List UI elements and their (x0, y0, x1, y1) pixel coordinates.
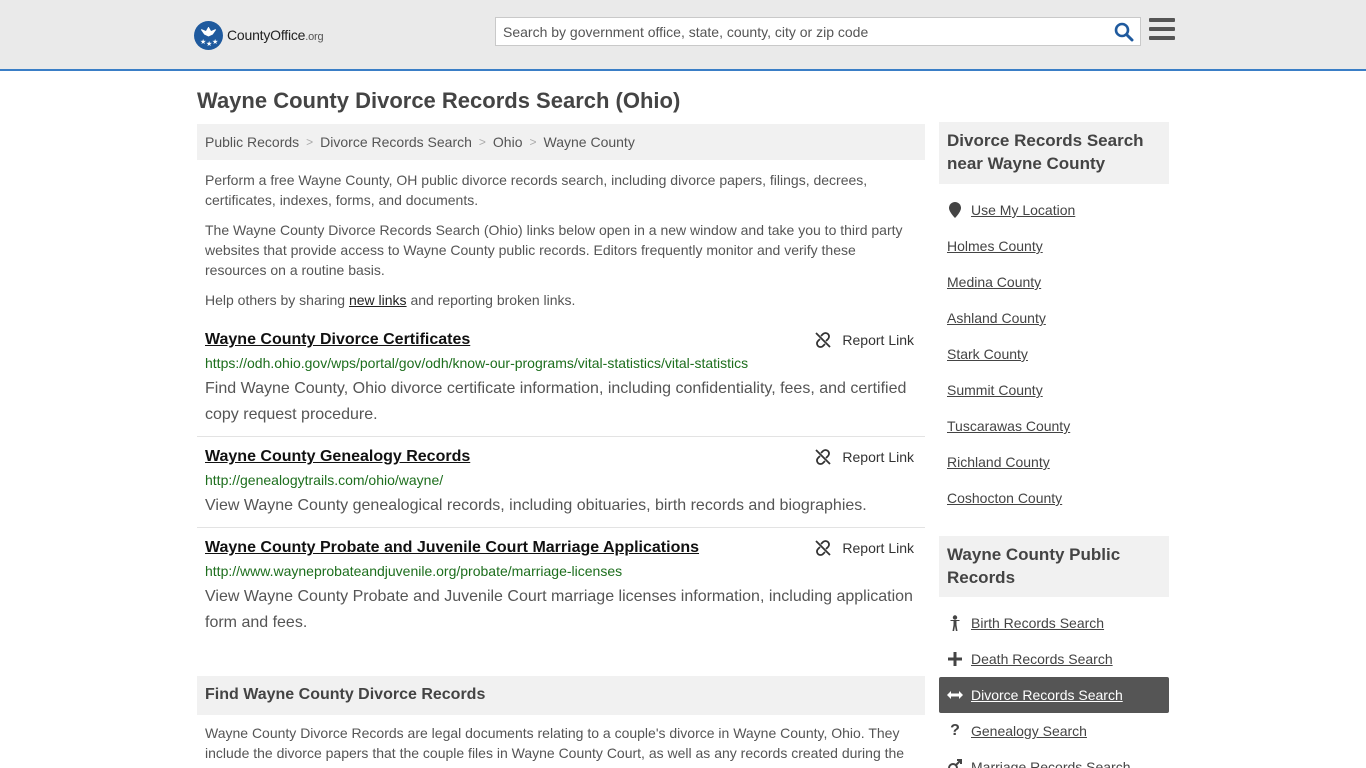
nearby-county-link[interactable]: Summit County (939, 372, 1169, 408)
report-link-button[interactable]: Report Link (815, 332, 914, 348)
result-item: Wayne County Divorce Certificates Report… (197, 331, 925, 437)
site-header: ★ ★ ★ CountyOffice.org (0, 0, 1366, 71)
share-paragraph: Help others by sharing new links and rep… (205, 290, 917, 310)
gender-icon (947, 759, 963, 768)
report-link-label: Report Link (842, 449, 914, 465)
genealogy-search-link[interactable]: ? Genealogy Search (939, 713, 1169, 749)
report-link-label: Report Link (842, 332, 914, 348)
breadcrumb-wayne-county[interactable]: Wayne County (544, 134, 635, 150)
result-title-link[interactable]: Wayne County Probate and Juvenile Court … (205, 539, 699, 557)
marriage-records-search-link[interactable]: Marriage Records Search (939, 749, 1169, 768)
birth-records-search-link[interactable]: Birth Records Search (939, 605, 1169, 641)
hamburger-menu-icon[interactable] (1149, 18, 1175, 42)
breadcrumb-ohio[interactable]: Ohio (493, 134, 523, 150)
search-icon (1114, 22, 1134, 42)
page-title: Wayne County Divorce Records Search (Ohi… (197, 88, 681, 113)
nearby-county-label: Ashland County (947, 310, 1046, 326)
public-records-heading: Wayne County Public Records (939, 536, 1169, 597)
result-url: http://www.wayneprobateandjuvenile.org/p… (205, 563, 623, 579)
report-link-button[interactable]: Report Link (815, 540, 914, 556)
nearby-county-link[interactable]: Medina County (939, 264, 1169, 300)
share-text-before: Help others by sharing (205, 292, 349, 308)
use-my-location-link[interactable]: Use My Location (939, 192, 1169, 228)
breadcrumb-separator: > (529, 135, 537, 149)
map-marker-icon (947, 202, 963, 218)
birth-records-search-label: Birth Records Search (971, 615, 1105, 631)
result-description: View Wayne County Probate and Juvenile C… (205, 588, 913, 631)
nearby-county-label: Stark County (947, 346, 1028, 362)
question-icon: ? (950, 722, 960, 739)
nearby-county-link[interactable]: Ashland County (939, 300, 1169, 336)
plus-icon (947, 651, 963, 667)
result-url: https://odh.ohio.gov/wps/portal/gov/odh/… (205, 355, 749, 371)
result-description: Find Wayne County, Ohio divorce certific… (205, 380, 907, 423)
nearby-county-label: Tuscarawas County (947, 418, 1071, 434)
report-link-button[interactable]: Report Link (815, 449, 914, 465)
nearby-county-label: Summit County (947, 382, 1043, 398)
nearby-counties-heading: Divorce Records Search near Wayne County (939, 122, 1169, 184)
arrows-horizontal-icon (947, 687, 963, 703)
result-description: View Wayne County genealogical records, … (205, 497, 867, 514)
report-link-label: Report Link (842, 540, 914, 556)
marriage-records-search-label: Marriage Records Search (971, 759, 1131, 768)
intro-paragraph: Perform a free Wayne County, OH public d… (205, 172, 868, 208)
divorce-records-search-link[interactable]: Divorce Records Search (939, 677, 1169, 713)
site-logo[interactable]: ★ ★ ★ CountyOffice.org (194, 20, 324, 50)
find-divorce-records-heading: Find Wayne County Divorce Records (197, 676, 925, 715)
death-records-search-label: Death Records Search (971, 651, 1113, 667)
breadcrumb-separator: > (306, 135, 314, 149)
nearby-county-label: Richland County (947, 454, 1050, 470)
breadcrumb: Public Records > Divorce Records Search … (197, 124, 925, 160)
result-item: Wayne County Probate and Juvenile Court … (197, 539, 925, 639)
result-title-link[interactable]: Wayne County Divorce Certificates (205, 331, 470, 349)
breadcrumb-divorce-records-search[interactable]: Divorce Records Search (320, 134, 472, 150)
new-links-link[interactable]: new links (349, 292, 407, 308)
logo-main-text: CountyOffice (227, 27, 306, 43)
death-records-search-link[interactable]: Death Records Search (939, 641, 1169, 677)
genealogy-search-label: Genealogy Search (971, 723, 1087, 739)
nearby-county-link[interactable]: Stark County (939, 336, 1169, 372)
nearby-county-label: Coshocton County (947, 490, 1063, 506)
broken-link-icon (815, 449, 832, 465)
result-item: Wayne County Genealogy Records Report Li… (197, 448, 925, 528)
logo-tld-text: .org (305, 31, 324, 43)
use-my-location-label: Use My Location (971, 202, 1076, 218)
broken-link-icon (815, 332, 832, 348)
broken-link-icon (815, 540, 832, 556)
find-divorce-records-text: Wayne County Divorce Records are legal d… (205, 725, 905, 761)
search-button[interactable] (1114, 22, 1134, 42)
logo-text: CountyOffice.org (227, 27, 324, 43)
logo-seal-icon: ★ ★ ★ (194, 20, 223, 50)
disclaimer-paragraph: The Wayne County Divorce Records Search … (205, 222, 903, 278)
divorce-records-search-label: Divorce Records Search (971, 687, 1123, 703)
nearby-county-label: Medina County (947, 274, 1042, 290)
nearby-county-link[interactable]: Holmes County (939, 228, 1169, 264)
search-input[interactable] (503, 18, 1103, 45)
nearby-county-label: Holmes County (947, 238, 1043, 254)
nearby-county-link[interactable]: Tuscarawas County (939, 408, 1169, 444)
result-url: http://genealogytrails.com/ohio/wayne/ (205, 472, 444, 488)
breadcrumb-public-records[interactable]: Public Records (205, 134, 299, 150)
person-icon (947, 615, 963, 631)
share-text-after: and reporting broken links. (406, 292, 576, 308)
result-title-link[interactable]: Wayne County Genealogy Records (205, 448, 470, 466)
search-bar (495, 17, 1141, 46)
breadcrumb-separator: > (478, 135, 486, 149)
nearby-county-link[interactable]: Coshocton County (939, 480, 1169, 516)
nearby-county-link[interactable]: Richland County (939, 444, 1169, 480)
